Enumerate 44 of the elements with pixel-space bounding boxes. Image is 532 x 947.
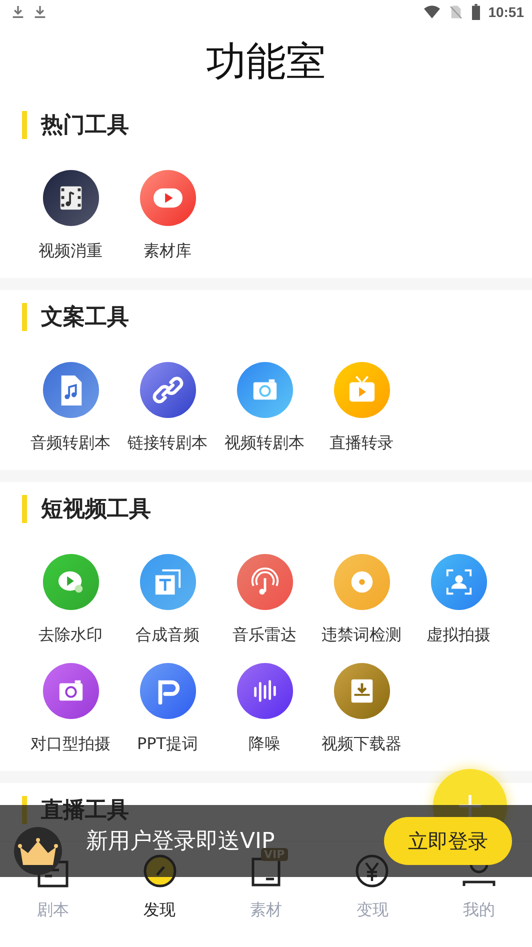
download-icon (12, 5, 24, 19)
tool-label[interactable]: 链接转剧本 (128, 433, 208, 454)
tool-label[interactable]: 虚拟拍摄 (426, 625, 490, 646)
tool-label[interactable]: 视频转剧本 (224, 433, 304, 454)
wifi-icon (424, 5, 440, 19)
section-title: 热门工具 (41, 112, 129, 140)
login-button[interactable]: 立即登录 (384, 817, 512, 865)
waveform-icon[interactable] (236, 662, 294, 720)
person-frame-icon[interactable] (430, 553, 488, 611)
tool-label[interactable]: 视频下载器 (322, 734, 402, 755)
tv-icon[interactable] (332, 361, 390, 419)
no-sim-icon (448, 5, 464, 19)
tool-label[interactable]: 违禁词检测 (322, 625, 402, 646)
battery-icon (472, 4, 480, 20)
tool-label[interactable]: 去除水印 (38, 625, 102, 646)
section-title: 直播工具 (41, 797, 129, 825)
page-title: 功能室 (206, 38, 326, 86)
download-icon (34, 5, 46, 19)
p-shape-icon[interactable] (138, 662, 196, 720)
tool-label[interactable]: 素材库 (144, 241, 192, 262)
accent-bar (22, 111, 27, 139)
tool-label[interactable]: PPT提词 (136, 734, 198, 755)
tool-label[interactable]: 对口型拍摄 (30, 734, 110, 755)
camera-icon[interactable] (236, 361, 294, 419)
link-icon[interactable] (138, 361, 196, 419)
play-icon[interactable] (138, 169, 196, 227)
clock: 10:51 (488, 4, 524, 20)
music-file-icon[interactable] (42, 361, 100, 419)
tool-label[interactable]: 直播转录 (330, 433, 394, 454)
tool-label[interactable]: 降噪 (248, 734, 280, 755)
section-title: 文案工具 (41, 304, 129, 332)
tool-label[interactable]: 合成音频 (136, 625, 200, 646)
music-note-icon[interactable] (236, 553, 294, 611)
film-icon[interactable] (42, 169, 100, 227)
accent-bar (22, 495, 27, 523)
camera-icon[interactable] (42, 662, 100, 720)
tool-label[interactable]: 视频消重 (38, 241, 102, 262)
section-title: 短视频工具 (41, 496, 151, 524)
tool-label[interactable]: 音乐雷达 (232, 625, 296, 646)
play-bubble-icon[interactable] (42, 553, 100, 611)
accent-bar (22, 303, 27, 331)
tool-label[interactable]: 音频转剧本 (30, 433, 110, 454)
download-tray-icon[interactable] (332, 662, 390, 720)
text-layers-icon[interactable] (138, 553, 196, 611)
